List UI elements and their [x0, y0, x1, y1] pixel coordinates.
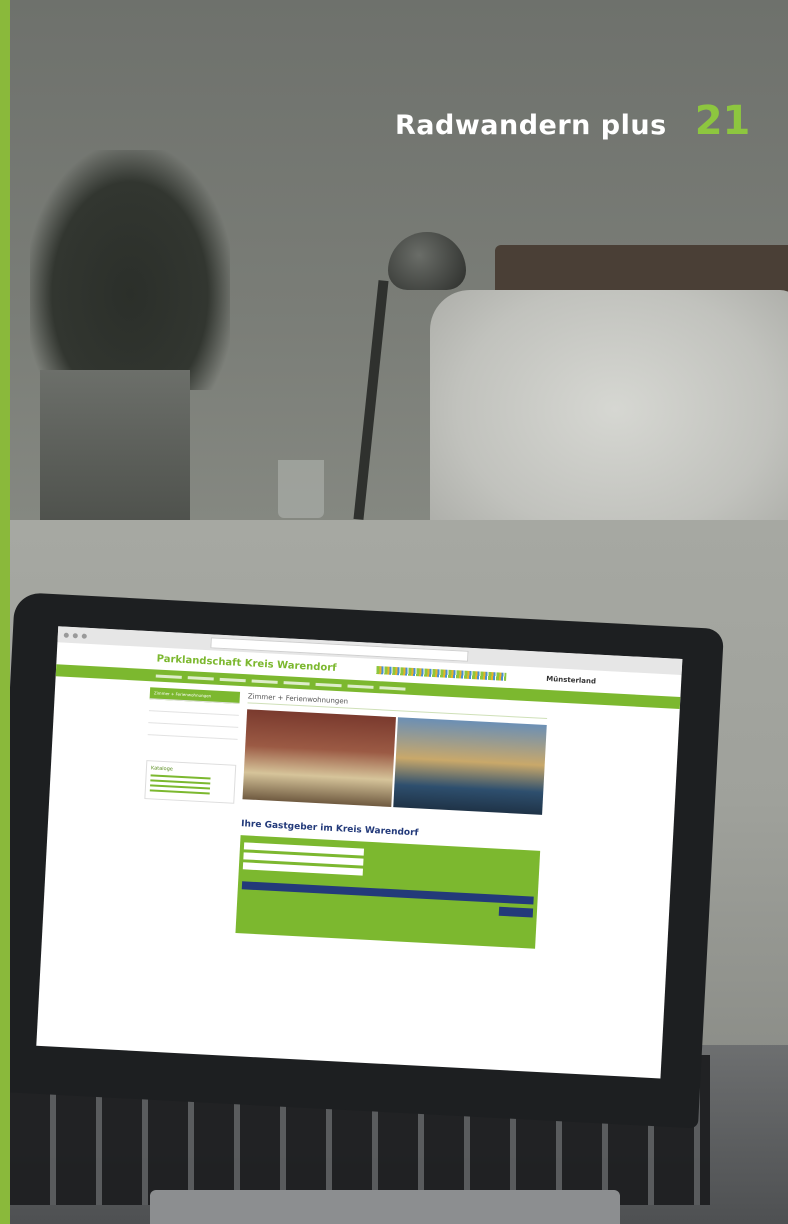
catalog-box: Kataloge — [144, 760, 237, 804]
green-edge-strip — [0, 0, 10, 1224]
search-bar — [241, 881, 534, 905]
site-main: Zimmer + Ferienwohnungen Ihre Gastgeber … — [235, 692, 548, 949]
pillow — [430, 290, 788, 555]
region-logo: Münsterland — [546, 674, 597, 686]
nav-item — [283, 680, 310, 686]
hotel-lounge-photo — [393, 717, 547, 815]
water-glass — [278, 460, 324, 518]
nav-item — [251, 679, 278, 684]
plant-pot — [40, 370, 190, 520]
site-sidebar: Zimmer + Ferienwohnungen Kataloge — [138, 687, 241, 932]
site-content: Zimmer + Ferienwohnungen Kataloge Zimmer… — [43, 682, 680, 955]
window-dot-icon — [81, 633, 87, 639]
nav-item — [155, 673, 182, 679]
nav-item — [315, 682, 342, 687]
laptop-lid: Parklandschaft Kreis Warendorf Münsterla… — [0, 592, 725, 1129]
page: Radwandern plus 21 Parklandschaft Kreis … — [0, 0, 788, 1224]
laptop-trackpad — [150, 1190, 620, 1224]
search-button — [498, 906, 534, 918]
search-form — [235, 835, 541, 949]
window-dot-icon — [63, 632, 69, 638]
hotel-photos — [242, 709, 547, 815]
nav-item — [187, 675, 214, 681]
color-stripe — [376, 666, 507, 681]
nav-item — [219, 677, 246, 682]
catalog-link — [150, 779, 211, 785]
nav-item — [347, 684, 374, 689]
nav-item — [379, 685, 406, 691]
page-number: 21 — [694, 98, 751, 144]
header: Radwandern plus 21 — [395, 98, 750, 144]
laptop-screen: Parklandschaft Kreis Warendorf Münsterla… — [36, 626, 683, 1079]
window-dot-icon — [72, 632, 78, 638]
page-title: Radwandern plus — [395, 110, 667, 141]
plant — [30, 150, 230, 390]
catalog-link — [149, 789, 210, 795]
catalog-link — [150, 784, 211, 790]
catalog-link — [150, 774, 211, 780]
hotel-room-photo — [242, 709, 396, 807]
